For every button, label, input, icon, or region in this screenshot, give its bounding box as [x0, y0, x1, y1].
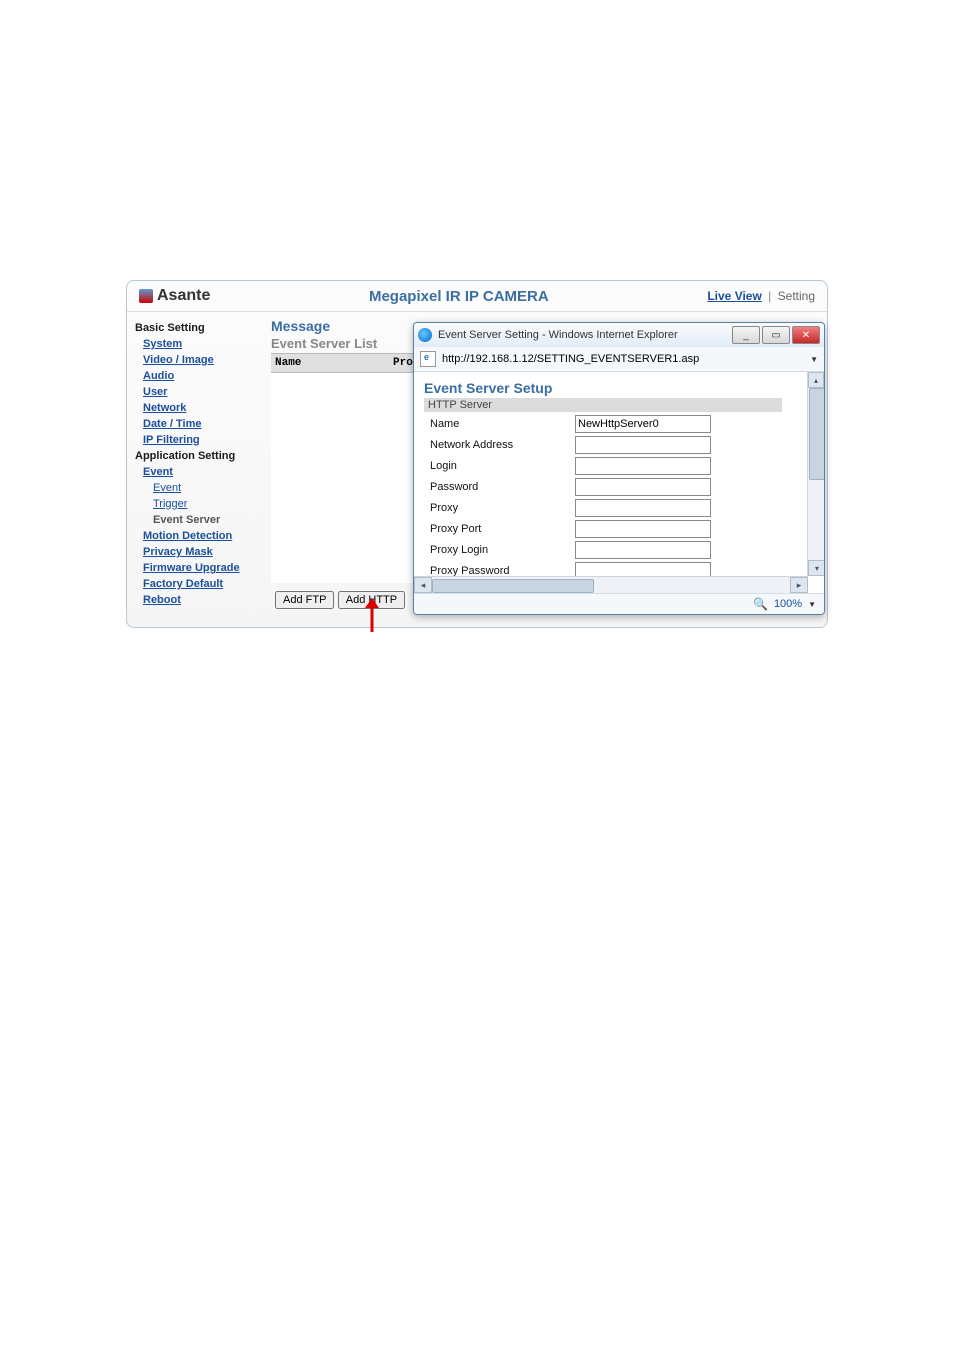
setting-current: Setting [778, 289, 815, 303]
close-button[interactable]: ✕ [792, 326, 820, 344]
page-icon [420, 351, 436, 367]
horizontal-scroll-thumb[interactable] [432, 579, 594, 593]
input-proxy-port[interactable] [575, 520, 711, 538]
horizontal-scrollbar[interactable]: ◂ ▸ [414, 576, 808, 593]
sidebar-item-system[interactable]: System [143, 338, 267, 350]
zoom-dropdown-icon[interactable]: ▼ [808, 600, 816, 609]
sidebar-subitem-trigger[interactable]: Trigger [153, 498, 267, 510]
main-panel: Message Event Server List Name Protocol … [271, 312, 827, 621]
zoom-level[interactable]: 100% [774, 598, 802, 610]
sidebar-item-firmware-upgrade[interactable]: Firmware Upgrade [143, 562, 267, 574]
scroll-down-icon[interactable]: ▾ [808, 560, 824, 576]
ie-icon [418, 328, 432, 342]
sidebar-item-network[interactable]: Network [143, 402, 267, 414]
sidebar: Basic Setting System Video / Image Audio… [127, 312, 271, 621]
address-bar: http://192.168.1.12/SETTING_EVENTSERVER1… [414, 347, 824, 372]
vertical-scroll-thumb[interactable] [809, 388, 824, 480]
sidebar-item-video-image[interactable]: Video / Image [143, 354, 267, 366]
url-dropdown-icon[interactable]: ▼ [810, 355, 818, 364]
scroll-right-icon[interactable]: ▸ [790, 577, 808, 593]
popup-body: Event Server Setup HTTP Server Name Netw… [414, 372, 824, 576]
scroll-left-icon[interactable]: ◂ [414, 577, 432, 593]
window-buttons: _ ▭ ✕ [730, 326, 820, 344]
row-login: Login [430, 457, 814, 475]
asante-logo-icon [139, 289, 153, 303]
label-login: Login [430, 460, 575, 472]
separator: | [768, 289, 771, 303]
event-server-popup: Event Server Setting - Windows Internet … [413, 322, 825, 615]
row-network-address: Network Address [430, 436, 814, 454]
top-links: Live View | Setting [707, 289, 815, 303]
label-proxy-login: Proxy Login [430, 544, 575, 556]
input-proxy-login[interactable] [575, 541, 711, 559]
row-proxy-login: Proxy Login [430, 541, 814, 559]
input-name[interactable] [575, 415, 711, 433]
scroll-up-icon[interactable]: ▴ [808, 372, 824, 388]
sidebar-item-user[interactable]: User [143, 386, 267, 398]
sidebar-item-event[interactable]: Event [143, 466, 267, 478]
add-ftp-button[interactable]: Add FTP [275, 591, 334, 609]
popup-titlebar: Event Server Setting - Windows Internet … [414, 323, 824, 347]
sidebar-item-privacy-mask[interactable]: Privacy Mask [143, 546, 267, 558]
row-proxy-password: Proxy Password [430, 562, 814, 576]
event-server-setup-heading: Event Server Setup [424, 380, 814, 396]
input-network-address[interactable] [575, 436, 711, 454]
app-window: Asante Megapixel IR IP CAMERA Live View … [126, 280, 828, 628]
label-proxy-port: Proxy Port [430, 523, 575, 535]
sidebar-item-date-time[interactable]: Date / Time [143, 418, 267, 430]
maximize-button[interactable]: ▭ [762, 326, 790, 344]
brand-logo: Asante [139, 287, 210, 305]
brand-text: Asante [157, 287, 210, 305]
row-proxy-port: Proxy Port [430, 520, 814, 538]
row-name: Name [430, 415, 814, 433]
input-login[interactable] [575, 457, 711, 475]
label-proxy-password: Proxy Password [430, 565, 575, 576]
sidebar-item-reboot[interactable]: Reboot [143, 594, 267, 606]
vertical-scrollbar[interactable]: ▴ ▾ [807, 372, 824, 576]
sidebar-item-ip-filtering[interactable]: IP Filtering [143, 434, 267, 446]
application-setting-heading: Application Setting [135, 450, 267, 462]
popup-title-text: Event Server Setting - Windows Internet … [438, 329, 678, 341]
row-password: Password [430, 478, 814, 496]
row-proxy: Proxy [430, 499, 814, 517]
input-proxy-password[interactable] [575, 562, 711, 576]
http-server-subheading: HTTP Server [424, 398, 782, 412]
add-http-button[interactable]: Add HTTP [338, 591, 405, 609]
sidebar-subitem-event[interactable]: Event [153, 482, 267, 494]
minimize-button[interactable]: _ [732, 326, 760, 344]
label-network-address: Network Address [430, 439, 575, 451]
label-password: Password [430, 481, 575, 493]
sidebar-item-factory-default[interactable]: Factory Default [143, 578, 267, 590]
zoom-icon[interactable]: 🔍 [753, 597, 768, 611]
label-proxy: Proxy [430, 502, 575, 514]
url-text[interactable]: http://192.168.1.12/SETTING_EVENTSERVER1… [442, 353, 699, 365]
input-proxy[interactable] [575, 499, 711, 517]
input-password[interactable] [575, 478, 711, 496]
label-name: Name [430, 418, 575, 430]
sidebar-item-audio[interactable]: Audio [143, 370, 267, 382]
live-view-link[interactable]: Live View [707, 289, 761, 303]
basic-setting-heading: Basic Setting [135, 322, 267, 334]
col-name: Name [271, 356, 389, 370]
sidebar-subitem-event-server[interactable]: Event Server [153, 514, 267, 526]
status-bar: 🔍 100% ▼ [414, 593, 824, 614]
topbar: Asante Megapixel IR IP CAMERA Live View … [127, 281, 827, 312]
page-title: Megapixel IR IP CAMERA [210, 288, 707, 305]
sidebar-item-motion-detection[interactable]: Motion Detection [143, 530, 267, 542]
